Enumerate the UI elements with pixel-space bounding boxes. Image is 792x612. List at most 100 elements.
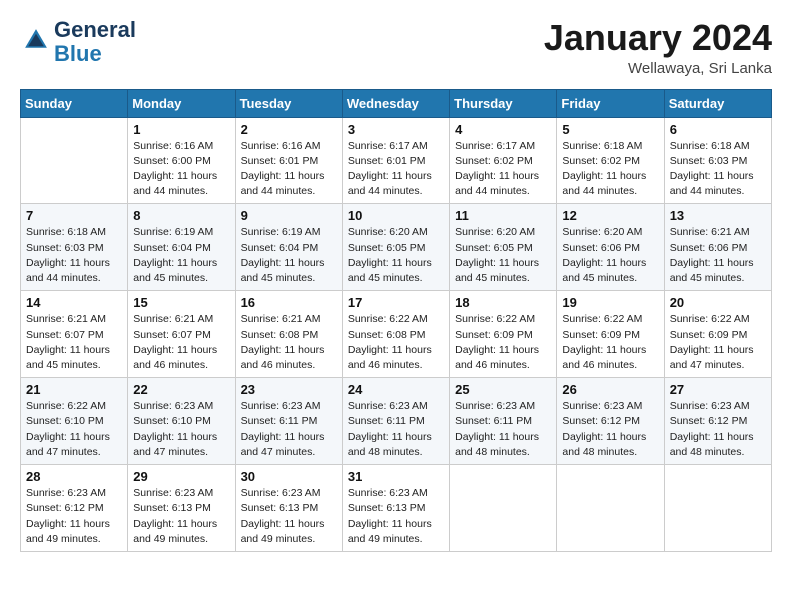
day-number: 12 <box>562 208 658 223</box>
day-number: 29 <box>133 469 229 484</box>
week-row-3: 21 Sunrise: 6:22 AMSunset: 6:10 PMDayligh… <box>21 378 772 465</box>
logo-text-line1: General <box>54 18 136 42</box>
day-number: 27 <box>670 382 766 397</box>
calendar-cell: 16 Sunrise: 6:21 AMSunset: 6:08 PMDayligh… <box>235 291 342 378</box>
day-number: 1 <box>133 122 229 137</box>
calendar-cell: 14 Sunrise: 6:21 AMSunset: 6:07 PMDayligh… <box>21 291 128 378</box>
calendar-cell: 30Sunrise: 6:23 AMSunset: 6:13 PMDayligh… <box>235 465 342 552</box>
day-number: 31 <box>348 469 444 484</box>
day-detail: Sunrise: 6:23 AMSunset: 6:10 PMDaylight:… <box>133 399 229 460</box>
day-detail: Sunrise: 6:21 AMSunset: 6:07 PMDaylight:… <box>26 312 122 373</box>
calendar-cell <box>557 465 664 552</box>
calendar-cell: 11 Sunrise: 6:20 AMSunset: 6:05 PMDayligh… <box>450 204 557 291</box>
day-detail: Sunrise: 6:18 AMSunset: 6:03 PMDaylight:… <box>26 225 122 286</box>
day-number: 11 <box>455 208 551 223</box>
header-row: SundayMondayTuesdayWednesdayThursdayFrid… <box>21 89 772 117</box>
day-number: 6 <box>670 122 766 137</box>
calendar-cell: 17 Sunrise: 6:22 AMSunset: 6:08 PMDayligh… <box>342 291 449 378</box>
calendar-cell: 15Sunrise: 6:21 AMSunset: 6:07 PMDayligh… <box>128 291 235 378</box>
location: Wellawaya, Sri Lanka <box>544 60 772 77</box>
day-number: 26 <box>562 382 658 397</box>
day-detail: Sunrise: 6:23 AMSunset: 6:11 PMDaylight:… <box>348 399 444 460</box>
header: General Blue January 2024 Wellawaya, Sri… <box>20 18 772 77</box>
day-number: 19 <box>562 295 658 310</box>
header-day-wednesday: Wednesday <box>342 89 449 117</box>
calendar-cell: 2 Sunrise: 6:16 AMSunset: 6:01 PMDaylight… <box>235 117 342 204</box>
calendar-cell: 9 Sunrise: 6:19 AMSunset: 6:04 PMDaylight… <box>235 204 342 291</box>
month-title: January 2024 <box>544 18 772 58</box>
day-detail: Sunrise: 6:22 AMSunset: 6:09 PMDaylight:… <box>562 312 658 373</box>
title-block: January 2024 Wellawaya, Sri Lanka <box>544 18 772 77</box>
calendar-cell: 1Sunrise: 6:16 AMSunset: 6:00 PMDaylight… <box>128 117 235 204</box>
day-number: 24 <box>348 382 444 397</box>
day-detail: Sunrise: 6:23 AMSunset: 6:13 PMDaylight:… <box>241 486 337 547</box>
day-detail: Sunrise: 6:20 AMSunset: 6:05 PMDaylight:… <box>348 225 444 286</box>
day-number: 10 <box>348 208 444 223</box>
day-number: 20 <box>670 295 766 310</box>
day-number: 13 <box>670 208 766 223</box>
day-number: 18 <box>455 295 551 310</box>
calendar-cell: 5Sunrise: 6:18 AMSunset: 6:02 PMDaylight… <box>557 117 664 204</box>
calendar-cell <box>21 117 128 204</box>
calendar-cell: 10 Sunrise: 6:20 AMSunset: 6:05 PMDayligh… <box>342 204 449 291</box>
day-number: 14 <box>26 295 122 310</box>
day-detail: Sunrise: 6:22 AMSunset: 6:10 PMDaylight:… <box>26 399 122 460</box>
calendar-cell: 18 Sunrise: 6:22 AMSunset: 6:09 PMDayligh… <box>450 291 557 378</box>
calendar-cell: 28Sunrise: 6:23 AMSunset: 6:12 PMDayligh… <box>21 465 128 552</box>
calendar-header: SundayMondayTuesdayWednesdayThursdayFrid… <box>21 89 772 117</box>
day-number: 2 <box>241 122 337 137</box>
week-row-1: 7Sunrise: 6:18 AMSunset: 6:03 PMDaylight… <box>21 204 772 291</box>
calendar-cell: 27 Sunrise: 6:23 AMSunset: 6:12 PMDayligh… <box>664 378 771 465</box>
day-detail: Sunrise: 6:23 AMSunset: 6:13 PMDaylight:… <box>348 486 444 547</box>
day-detail: Sunrise: 6:20 AMSunset: 6:06 PMDaylight:… <box>562 225 658 286</box>
header-day-friday: Friday <box>557 89 664 117</box>
header-day-tuesday: Tuesday <box>235 89 342 117</box>
calendar-cell: 12 Sunrise: 6:20 AMSunset: 6:06 PMDayligh… <box>557 204 664 291</box>
calendar-cell: 19 Sunrise: 6:22 AMSunset: 6:09 PMDayligh… <box>557 291 664 378</box>
week-row-0: 1Sunrise: 6:16 AMSunset: 6:00 PMDaylight… <box>21 117 772 204</box>
header-day-sunday: Sunday <box>21 89 128 117</box>
calendar-body: 1Sunrise: 6:16 AMSunset: 6:00 PMDaylight… <box>21 117 772 551</box>
day-number: 16 <box>241 295 337 310</box>
day-detail: Sunrise: 6:23 AMSunset: 6:11 PMDaylight:… <box>241 399 337 460</box>
calendar-cell: 21 Sunrise: 6:22 AMSunset: 6:10 PMDayligh… <box>21 378 128 465</box>
day-number: 3 <box>348 122 444 137</box>
calendar-cell <box>664 465 771 552</box>
day-number: 28 <box>26 469 122 484</box>
day-detail: Sunrise: 6:19 AMSunset: 6:04 PMDaylight:… <box>241 225 337 286</box>
calendar-cell: 7Sunrise: 6:18 AMSunset: 6:03 PMDaylight… <box>21 204 128 291</box>
day-detail: Sunrise: 6:23 AMSunset: 6:13 PMDaylight:… <box>133 486 229 547</box>
day-number: 17 <box>348 295 444 310</box>
day-detail: Sunrise: 6:17 AMSunset: 6:02 PMDaylight:… <box>455 139 551 200</box>
day-detail: Sunrise: 6:22 AMSunset: 6:08 PMDaylight:… <box>348 312 444 373</box>
calendar-cell: 24 Sunrise: 6:23 AMSunset: 6:11 PMDayligh… <box>342 378 449 465</box>
header-day-monday: Monday <box>128 89 235 117</box>
day-detail: Sunrise: 6:23 AMSunset: 6:12 PMDaylight:… <box>670 399 766 460</box>
day-detail: Sunrise: 6:21 AMSunset: 6:07 PMDaylight:… <box>133 312 229 373</box>
header-day-saturday: Saturday <box>664 89 771 117</box>
day-detail: Sunrise: 6:22 AMSunset: 6:09 PMDaylight:… <box>455 312 551 373</box>
week-row-2: 14 Sunrise: 6:21 AMSunset: 6:07 PMDayligh… <box>21 291 772 378</box>
day-number: 8 <box>133 208 229 223</box>
day-number: 22 <box>133 382 229 397</box>
calendar-cell: 6 Sunrise: 6:18 AMSunset: 6:03 PMDaylight… <box>664 117 771 204</box>
day-detail: Sunrise: 6:20 AMSunset: 6:05 PMDaylight:… <box>455 225 551 286</box>
day-number: 21 <box>26 382 122 397</box>
day-detail: Sunrise: 6:23 AMSunset: 6:12 PMDaylight:… <box>562 399 658 460</box>
calendar-cell: 23Sunrise: 6:23 AMSunset: 6:11 PMDayligh… <box>235 378 342 465</box>
logo: General Blue <box>20 18 136 66</box>
day-detail: Sunrise: 6:16 AMSunset: 6:01 PMDaylight:… <box>241 139 337 200</box>
day-detail: Sunrise: 6:21 AMSunset: 6:08 PMDaylight:… <box>241 312 337 373</box>
day-detail: Sunrise: 6:18 AMSunset: 6:02 PMDaylight:… <box>562 139 658 200</box>
calendar-cell: 31 Sunrise: 6:23 AMSunset: 6:13 PMDayligh… <box>342 465 449 552</box>
day-detail: Sunrise: 6:22 AMSunset: 6:09 PMDaylight:… <box>670 312 766 373</box>
week-row-4: 28Sunrise: 6:23 AMSunset: 6:12 PMDayligh… <box>21 465 772 552</box>
day-number: 9 <box>241 208 337 223</box>
calendar-cell: 25Sunrise: 6:23 AMSunset: 6:11 PMDayligh… <box>450 378 557 465</box>
day-detail: Sunrise: 6:21 AMSunset: 6:06 PMDaylight:… <box>670 225 766 286</box>
logo-text-line2: Blue <box>54 42 136 66</box>
day-detail: Sunrise: 6:18 AMSunset: 6:03 PMDaylight:… <box>670 139 766 200</box>
page: General Blue January 2024 Wellawaya, Sri… <box>0 0 792 612</box>
calendar-cell: 4Sunrise: 6:17 AMSunset: 6:02 PMDaylight… <box>450 117 557 204</box>
day-detail: Sunrise: 6:19 AMSunset: 6:04 PMDaylight:… <box>133 225 229 286</box>
